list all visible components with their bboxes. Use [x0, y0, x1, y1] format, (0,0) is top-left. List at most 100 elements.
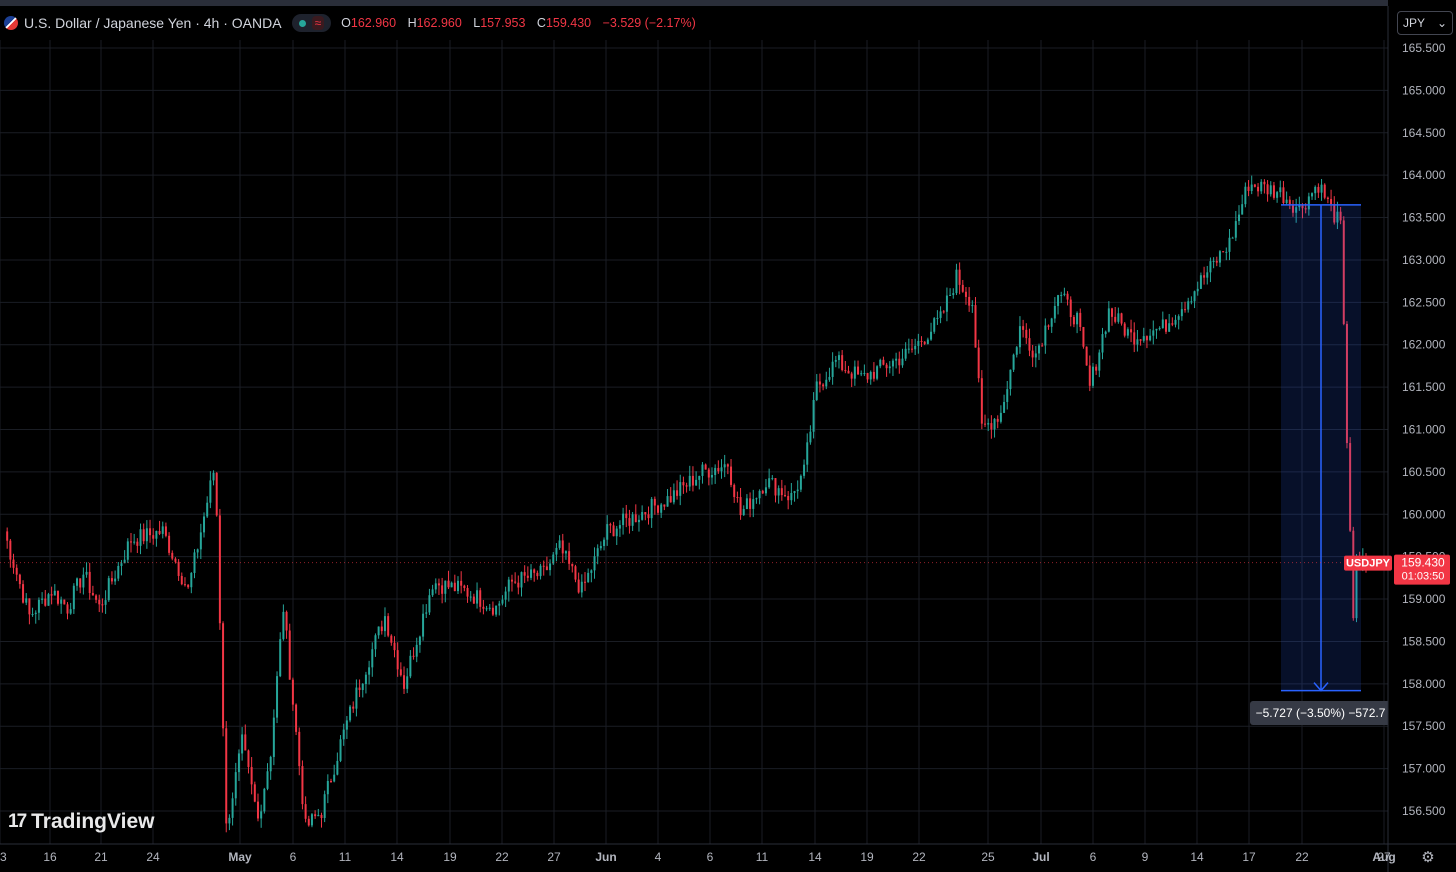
price-tick-label: 160.000: [1402, 507, 1446, 521]
candle-body: [41, 598, 44, 600]
time-axis[interactable]: 13 16 21 24 May 6 11 14 19 22 27 Jun 4 6 11 14 19 22 25 Jul…: [0, 843, 1456, 864]
candle-body: [180, 575, 183, 585]
candle-body: [1044, 325, 1047, 346]
candle-body: [457, 580, 459, 592]
candle-body: [682, 482, 685, 486]
candle-body: [939, 311, 942, 318]
candle-body: [1091, 366, 1094, 386]
candle-body: [463, 585, 466, 588]
candle-body: [199, 532, 202, 550]
price-tick-label: 165.000: [1402, 83, 1446, 97]
candle-body: [18, 574, 21, 585]
candle-body: [723, 464, 726, 468]
candle-body: [606, 524, 609, 540]
candle-body: [60, 599, 63, 604]
measure-tool[interactable]: −5.727 (−3.50%) −572.7: [1250, 204, 1391, 725]
candle-body: [996, 418, 999, 422]
candle-body: [1034, 353, 1037, 358]
candle-body: [907, 348, 910, 350]
price-tick-label: 156.500: [1402, 804, 1446, 818]
candle-body: [314, 814, 317, 817]
candle-body: [1069, 299, 1072, 318]
price-tag-countdown: 01:03:50: [1402, 571, 1445, 583]
time-tick-label: 6: [290, 850, 297, 864]
time-tick-label: 13: [0, 850, 7, 864]
candle-body: [850, 373, 853, 379]
candle-body: [1171, 323, 1174, 325]
candle-body: [876, 366, 879, 379]
candle-body: [107, 578, 110, 601]
candle-body: [139, 529, 142, 546]
candle-body: [269, 756, 272, 772]
candle-body: [1076, 312, 1079, 325]
close-key: C: [536, 16, 546, 30]
candle-body: [987, 423, 990, 425]
candle-body: [904, 348, 907, 359]
candle-body: [196, 549, 199, 553]
candle-body: [104, 600, 107, 605]
price-tick-label: 158.000: [1402, 677, 1446, 691]
candle-body: [428, 595, 431, 613]
candle-body: [1330, 198, 1333, 205]
candle-body: [644, 512, 647, 515]
candle-body: [450, 582, 453, 588]
candle-body: [371, 649, 374, 668]
candle-body: [358, 687, 361, 691]
candle-body: [1139, 339, 1142, 341]
candle-body: [822, 384, 825, 387]
candle-body: [701, 464, 704, 476]
price-tick-label: 162.500: [1402, 295, 1446, 309]
candle-body: [241, 734, 244, 754]
candle-body: [749, 498, 752, 509]
candle-body: [1161, 319, 1164, 329]
candle-body: [282, 611, 285, 640]
currency-button[interactable]: JPY ⌄: [1397, 11, 1453, 35]
candle-body: [1253, 184, 1256, 187]
status-pill[interactable]: ≈: [291, 14, 332, 32]
candle-body: [1015, 347, 1018, 355]
candle-body: [177, 561, 180, 576]
tradingview-logo[interactable]: 17 TradingView: [8, 810, 154, 834]
candle-body: [761, 490, 764, 494]
price-axis[interactable]: 165.500 165.000 164.500 164.000 163.500 163.0…: [1387, 0, 1456, 872]
candle-body: [1037, 345, 1040, 354]
candle-body: [291, 679, 294, 705]
candle-body: [1111, 308, 1114, 317]
candle-body: [733, 484, 736, 498]
candle-body: [710, 474, 713, 478]
candle-body: [571, 563, 574, 567]
candle-body: [1028, 338, 1031, 351]
time-tick-label: 17: [1242, 850, 1256, 864]
gear-icon[interactable]: ⚙: [1419, 848, 1437, 866]
price-tick-label: 160.500: [1402, 465, 1446, 479]
candle-body: [787, 495, 790, 501]
candle-body: [69, 609, 72, 614]
time-tick-label: 27: [547, 850, 561, 864]
candle-body: [590, 570, 593, 573]
ohlc-values: O162.960 H162.960 L157.953 C159.430 −3.5…: [341, 16, 704, 30]
candle-body: [755, 498, 758, 500]
candle-body: [1269, 185, 1272, 195]
candle-body: [891, 360, 894, 367]
candle-body: [368, 667, 371, 675]
candle-body: [920, 340, 923, 342]
symbol-tag-label: USDJPY: [1346, 558, 1391, 570]
candle-body: [634, 514, 637, 523]
candle-body: [12, 559, 15, 568]
candle-body: [320, 814, 323, 818]
candle-body: [1104, 331, 1107, 335]
candle-body: [901, 358, 904, 366]
brand-name: TradingView: [31, 810, 155, 833]
close-value: 159.430: [545, 16, 592, 30]
candle-body: [88, 571, 91, 593]
candle-body: [933, 318, 936, 332]
candle-body: [1130, 329, 1133, 333]
candle-body: [1117, 313, 1120, 322]
candle-body: [377, 626, 380, 636]
candle-body: [225, 728, 228, 824]
symbol-title[interactable]: U.S. Dollar / Japanese Yen · 4h · OANDA: [24, 15, 282, 31]
candle-body: [79, 578, 82, 588]
candle-body: [374, 635, 377, 650]
price-chart[interactable]: −5.727 (−3.50%) −572.7 165.500165.000164…: [0, 0, 1456, 872]
candle-body: [288, 630, 291, 680]
